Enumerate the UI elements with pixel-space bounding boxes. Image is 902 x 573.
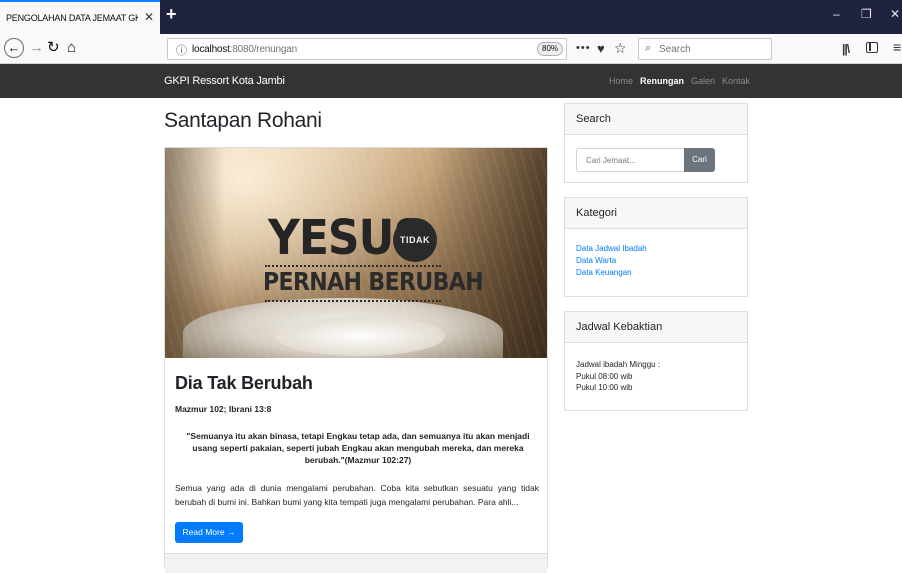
restore-icon[interactable]: ❐ — [861, 7, 872, 21]
reload-icon[interactable]: ↻ — [47, 39, 60, 57]
post-hero-image[interactable]: YESUS TIDAK PERNAH BERUBAH — [165, 148, 547, 358]
window-close-icon[interactable]: ✕ — [890, 7, 900, 21]
kategori-link-jadwal-ibadah[interactable]: Data Jadwal Ibadah — [576, 243, 647, 255]
tab-title: PENGOLAHAN DATA JEMAAT GKPI — [6, 13, 138, 23]
jadwal-widget: Jadwal Kebaktian Jadwal ibadah Minggu : … — [564, 311, 748, 411]
page-actions-icon[interactable]: ••• — [576, 42, 591, 54]
minimize-icon[interactable]: – — [833, 7, 840, 21]
kategori-widget-heading: Kategori — [565, 198, 747, 229]
post-quote: "Semuanya itu akan binasa, tetapi Engkau… — [186, 431, 530, 465]
forward-arrow-icon[interactable]: → — [29, 39, 44, 57]
post-title: Dia Tak Berubah — [175, 373, 313, 393]
zoom-level[interactable]: 80% — [537, 42, 564, 56]
site-brand[interactable]: GKPI Ressort Kota Jambi — [164, 75, 285, 87]
hero-title-line2: PERNAH BERUBAH — [263, 268, 484, 297]
home-icon[interactable]: ⌂ — [67, 39, 76, 57]
nav-link-home[interactable]: Home — [609, 76, 633, 86]
read-more-button[interactable]: Read More → — [175, 522, 243, 543]
jadwal-text: Jadwal ibadah Minggu : Pukul 08:00 wib P… — [576, 359, 660, 394]
nav-link-kontak[interactable]: Kontak — [722, 76, 750, 86]
pocket-icon[interactable]: ♥ — [597, 41, 605, 56]
browser-tab-bar: PENGOLAHAN DATA JEMAAT GKPI ✕ + – ❐ ✕ — [0, 0, 902, 34]
address-bar[interactable]: ⓘ localhost:8080/renungan — [167, 38, 567, 60]
back-arrow-icon[interactable]: ← — [4, 38, 24, 58]
url-text: localhost:8080/renungan — [192, 44, 297, 55]
new-tab-button[interactable]: + — [166, 4, 177, 25]
sidebar-toggle-icon[interactable] — [866, 42, 878, 53]
search-button[interactable]: Cari — [684, 148, 715, 172]
kategori-list: Data Jadwal Ibadah Data Warta Data Keuan… — [576, 243, 647, 279]
browser-toolbar: ← → ↻ ⌂ ⓘ localhost:8080/renungan 80% ••… — [0, 34, 902, 64]
jadwal-widget-heading: Jadwal Kebaktian — [565, 312, 747, 343]
jadwal-line: Jadwal ibadah Minggu : — [576, 360, 661, 369]
post-card: YESUS TIDAK PERNAH BERUBAH Dia Tak Berub… — [164, 147, 548, 573]
jadwal-line: Pukul 08:00 wib — [576, 371, 633, 381]
jadwal-line: Pukul 10:00 wib — [576, 383, 633, 392]
search-widget: Search Cari Jemaat... Cari — [564, 103, 748, 183]
bookmark-star-icon[interactable]: ☆ — [614, 40, 627, 57]
kategori-widget: Kategori Data Jadwal Ibadah Data Warta D… — [564, 197, 748, 297]
info-icon[interactable]: ⓘ — [176, 42, 187, 58]
kategori-link-warta[interactable]: Data Warta — [576, 255, 647, 267]
browser-search-placeholder: Search — [659, 44, 691, 55]
site-navbar: GKPI Ressort Kota Jambi Home Renungan Ga… — [0, 64, 902, 98]
browser-tab-active[interactable]: PENGOLAHAN DATA JEMAAT GKPI ✕ — [0, 0, 160, 34]
library-icon[interactable]: ||\ — [842, 42, 850, 56]
close-icon[interactable]: ✕ — [144, 10, 154, 24]
search-input[interactable]: Cari Jemaat... — [576, 148, 685, 172]
search-icon: ⌕ — [645, 42, 652, 54]
nav-links: Home Renungan Galeri Kontak — [609, 76, 750, 86]
search-widget-heading: Search — [565, 104, 747, 135]
nav-link-galeri[interactable]: Galeri — [691, 76, 715, 86]
page-title: Santapan Rohani — [164, 109, 322, 132]
post-card-footer — [165, 553, 547, 573]
post-reference: Mazmur 102; Ibrani 13:8 — [175, 404, 272, 414]
kategori-link-keuangan[interactable]: Data Keuangan — [576, 267, 647, 279]
browser-search-input[interactable]: ⌕ Search — [638, 38, 772, 60]
hamburger-menu-icon[interactable]: ≡ — [893, 39, 901, 55]
nav-link-renungan[interactable]: Renungan — [640, 76, 684, 86]
post-excerpt: Semua yang ada di dunia mengalami peruba… — [175, 483, 539, 507]
hero-badge: TIDAK — [393, 218, 437, 262]
